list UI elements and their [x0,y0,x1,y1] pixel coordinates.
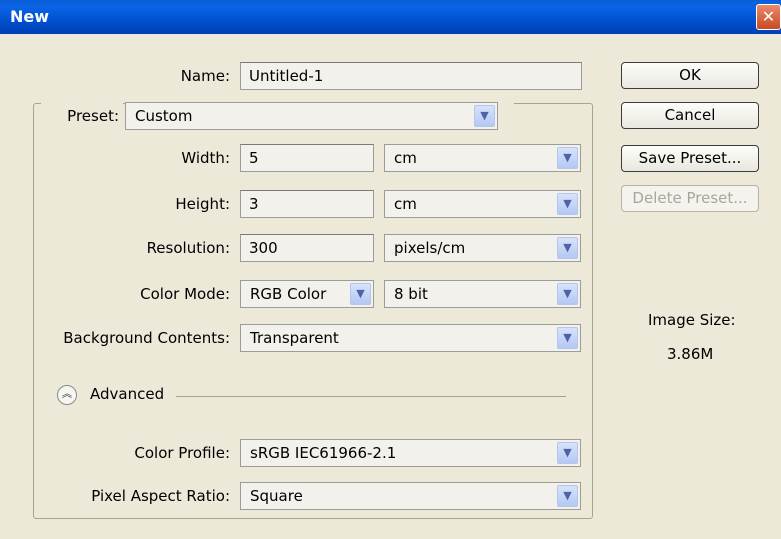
chevron-down-icon[interactable]: ▼ [557,442,578,464]
resolution-unit-dropdown[interactable]: pixels/cm ▼ [384,234,581,262]
width-input[interactable]: 5 [240,144,374,172]
height-input[interactable]: 3 [240,190,374,218]
title-bar[interactable]: New ✕ [0,0,781,34]
background-contents-value: Transparent [250,329,339,347]
chevron-down-icon[interactable]: ▼ [557,327,578,349]
group-gap [498,100,514,108]
resolution-label: Resolution: [146,239,230,257]
pixel-aspect-ratio-label: Pixel Aspect Ratio: [91,487,230,505]
height-unit-value: cm [394,195,417,213]
width-label: Width: [181,149,230,167]
window-title: New [10,7,50,26]
advanced-divider [176,396,566,397]
color-mode-label: Color Mode: [140,285,230,303]
new-document-dialog: New ✕ Name: Untitled-1 Preset: Custom ▼ … [0,0,781,539]
color-profile-dropdown[interactable]: sRGB IEC61966-2.1 ▼ [240,439,581,467]
name-input[interactable]: Untitled-1 [240,62,582,90]
bit-depth-value: 8 bit [394,285,428,303]
chevron-down-icon[interactable]: ▼ [557,485,578,507]
advanced-collapse-icon[interactable]: ︽ [57,385,77,405]
chevron-down-icon[interactable]: ▼ [350,283,371,305]
width-unit-dropdown[interactable]: cm ▼ [384,144,581,172]
color-mode-dropdown[interactable]: RGB Color ▼ [240,280,374,308]
preset-dropdown[interactable]: Custom ▼ [125,102,498,130]
chevron-down-icon[interactable]: ▼ [557,193,578,215]
color-mode-value: RGB Color [250,285,327,303]
delete-preset-button[interactable]: Delete Preset... [621,185,759,212]
chevron-down-icon[interactable]: ▼ [557,237,578,259]
chevron-down-icon[interactable]: ▼ [557,147,578,169]
chevron-down-icon[interactable]: ▼ [474,105,495,127]
width-unit-value: cm [394,149,417,167]
pixel-aspect-ratio-value: Square [250,487,303,505]
resolution-unit-value: pixels/cm [394,239,466,257]
resolution-input[interactable]: 300 [240,234,374,262]
preset-value: Custom [135,107,193,125]
advanced-label[interactable]: Advanced [90,385,164,403]
image-size-label: Image Size: [648,311,736,329]
pixel-aspect-ratio-dropdown[interactable]: Square ▼ [240,482,581,510]
ok-button[interactable]: OK [621,62,759,89]
name-label: Name: [180,67,230,85]
chevron-down-icon[interactable]: ▼ [557,283,578,305]
background-contents-label: Background Contents: [63,329,230,347]
cancel-button[interactable]: Cancel [621,102,759,129]
background-contents-dropdown[interactable]: Transparent ▼ [240,324,581,352]
color-profile-label: Color Profile: [134,444,230,462]
height-label: Height: [175,195,230,213]
save-preset-button[interactable]: Save Preset... [621,145,759,172]
close-icon[interactable]: ✕ [756,4,781,30]
image-size-value: 3.86M [667,345,714,363]
color-profile-value: sRGB IEC61966-2.1 [250,444,397,462]
bit-depth-dropdown[interactable]: 8 bit ▼ [384,280,581,308]
height-unit-dropdown[interactable]: cm ▼ [384,190,581,218]
preset-label: Preset: [41,102,123,130]
